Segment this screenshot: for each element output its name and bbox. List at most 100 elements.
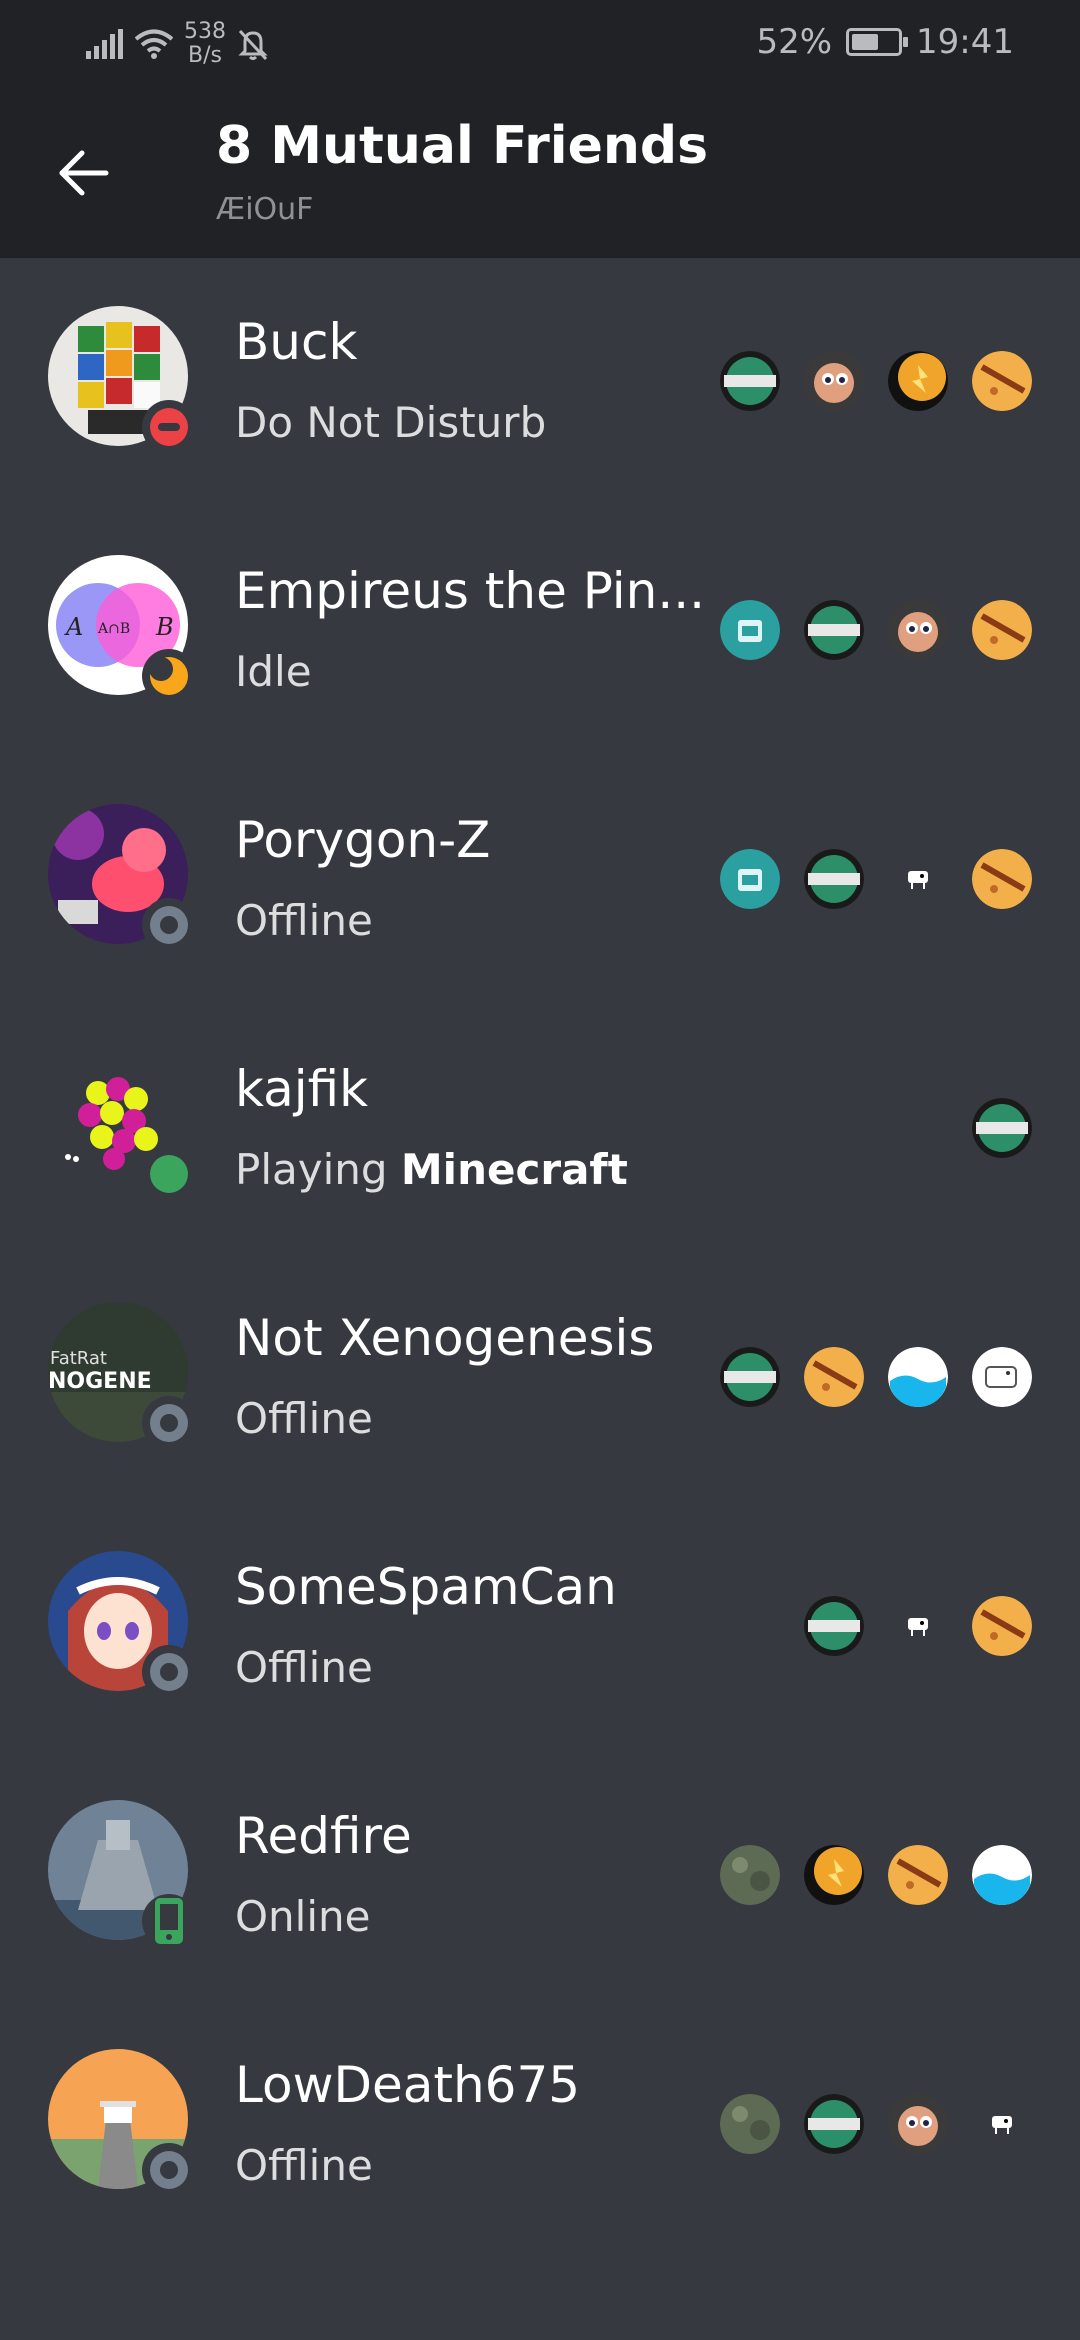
server-icon-cookie[interactable] <box>972 600 1032 660</box>
friend-name: Porygon-Z <box>235 811 491 869</box>
friend-status: Offline <box>235 2141 373 2190</box>
friend-avatar-wrap <box>48 306 196 454</box>
server-icon-doodle[interactable] <box>972 2094 1032 2154</box>
status-right: 52% 19:41 <box>756 22 1014 62</box>
server-icon-fire[interactable] <box>888 351 948 411</box>
friend-status: Online <box>235 1892 371 1941</box>
friend-status: Idle <box>235 647 312 696</box>
server-icon-cookie[interactable] <box>972 1596 1032 1656</box>
friend-name: Redfire <box>235 1807 412 1865</box>
page-subtitle: ÆiOuF <box>216 192 314 227</box>
server-icon-wave[interactable] <box>888 1347 948 1407</box>
offline-status-icon <box>142 1396 196 1450</box>
network-speed: 538 B/s <box>184 20 226 68</box>
friend-avatar-wrap <box>48 804 196 952</box>
dnd-status-icon <box>142 400 196 454</box>
friend-name: Buck <box>235 313 358 371</box>
friend-status: Offline <box>235 1394 373 1443</box>
venn-label-ab: A∩B <box>97 621 130 637</box>
venn-label-b: B <box>155 613 174 641</box>
server-icon-globe[interactable] <box>804 2094 864 2154</box>
xeno-text-1: FatRat <box>50 1348 107 1369</box>
friend-avatar-wrap: FatRat NOGENE <box>48 1302 196 1450</box>
mutual-servers <box>720 351 1032 411</box>
server-icon-face[interactable] <box>888 2094 948 2154</box>
server-icon-cookie[interactable] <box>972 849 1032 909</box>
battery-percent: 52% <box>756 22 833 62</box>
wifi-icon <box>134 29 174 59</box>
bell-muted-icon <box>238 29 268 61</box>
server-icon-globe[interactable] <box>972 1098 1032 1158</box>
xeno-text-2: NOGENE <box>48 1369 152 1394</box>
page-title: 8 Mutual Friends <box>216 116 709 176</box>
server-icon-globe[interactable] <box>804 849 864 909</box>
battery-icon <box>846 28 909 56</box>
friend-row[interactable]: Porygon-Z Offline <box>0 756 1080 1005</box>
offline-status-icon <box>142 1645 196 1699</box>
mobile-status-icon <box>142 1894 196 1948</box>
server-icon-globe[interactable] <box>720 1347 780 1407</box>
server-icon-globe[interactable] <box>804 1596 864 1656</box>
friend-name: kajfik <box>235 1060 369 1118</box>
offline-status-icon <box>142 2143 196 2197</box>
network-speed-unit: B/s <box>188 43 222 68</box>
server-icon-doodle[interactable] <box>888 1596 948 1656</box>
server-icon-face[interactable] <box>804 351 864 411</box>
server-icon-camo[interactable] <box>720 2094 780 2154</box>
friend-name: LowDeath675 <box>235 2056 581 2114</box>
friend-status: Do Not Disturb <box>235 398 547 447</box>
activity-game: Minecraft <box>400 1145 628 1194</box>
friend-row[interactable]: FatRat NOGENE Not Xenogenesis Offline <box>0 1254 1080 1503</box>
server-icon-cookie[interactable] <box>972 351 1032 411</box>
mutual-servers <box>720 600 1032 660</box>
server-icon-wave[interactable] <box>972 1845 1032 1905</box>
mutual-servers <box>804 1596 1032 1656</box>
server-icon-sketch[interactable] <box>972 1347 1032 1407</box>
friend-activity: Playing Minecraft <box>235 1145 628 1194</box>
server-icon-face[interactable] <box>888 600 948 660</box>
signal-icon <box>86 29 123 59</box>
friend-name: Empireus the Pin... <box>235 562 706 620</box>
server-icon-globe[interactable] <box>804 600 864 660</box>
venn-label-a: A <box>64 613 83 641</box>
friend-status: Offline <box>235 1643 373 1692</box>
server-icon-cookie[interactable] <box>804 1347 864 1407</box>
friend-avatar-wrap <box>48 2049 196 2197</box>
friend-name: Not Xenogenesis <box>235 1309 655 1367</box>
friend-row[interactable]: kajfik Playing Minecraft <box>0 1005 1080 1254</box>
friend-avatar-wrap: A A∩B B <box>48 555 196 703</box>
friend-row[interactable]: Redfire Online <box>0 1752 1080 2001</box>
server-icon-cookie[interactable] <box>888 1845 948 1905</box>
mutual-friends-list: Buck Do Not Disturb A A∩B B Empireus the… <box>0 258 1080 2250</box>
status-left: 538 B/s <box>86 20 270 68</box>
mutual-servers <box>720 2094 1032 2154</box>
friend-avatar-wrap <box>48 1053 196 1201</box>
offline-status-icon <box>142 898 196 952</box>
clock: 19:41 <box>916 22 1014 62</box>
server-icon-globe[interactable] <box>720 351 780 411</box>
app-bar: 8 Mutual Friends ÆiOuF <box>0 88 1080 258</box>
friend-avatar-wrap <box>48 1551 196 1699</box>
network-speed-value: 538 <box>184 19 226 44</box>
server-icon-fire[interactable] <box>804 1845 864 1905</box>
server-icon-doodle[interactable] <box>888 849 948 909</box>
friend-row[interactable]: LowDeath675 Offline <box>0 2001 1080 2250</box>
server-icon-teal-bag[interactable] <box>720 849 780 909</box>
online-status-icon <box>142 1147 196 1201</box>
friend-row[interactable]: A A∩B B Empireus the Pin... Idle <box>0 507 1080 756</box>
friend-row[interactable]: Buck Do Not Disturb <box>0 258 1080 507</box>
friend-row[interactable]: SomeSpamCan Offline <box>0 1503 1080 1752</box>
system-status-bar: 538 B/s 52% 19:41 <box>0 0 1080 88</box>
mutual-servers <box>720 1845 1032 1905</box>
activity-prefix: Playing <box>235 1145 401 1194</box>
mutual-servers <box>720 1347 1032 1407</box>
friend-name: SomeSpamCan <box>235 1558 617 1616</box>
server-icon-teal-bag[interactable] <box>720 600 780 660</box>
friend-status: Offline <box>235 896 373 945</box>
arrow-left-icon <box>59 150 109 196</box>
mutual-servers <box>972 1098 1032 1158</box>
idle-status-icon <box>142 649 196 703</box>
back-button[interactable] <box>54 143 114 203</box>
server-icon-camo[interactable] <box>720 1845 780 1905</box>
mutual-servers <box>720 849 1032 909</box>
